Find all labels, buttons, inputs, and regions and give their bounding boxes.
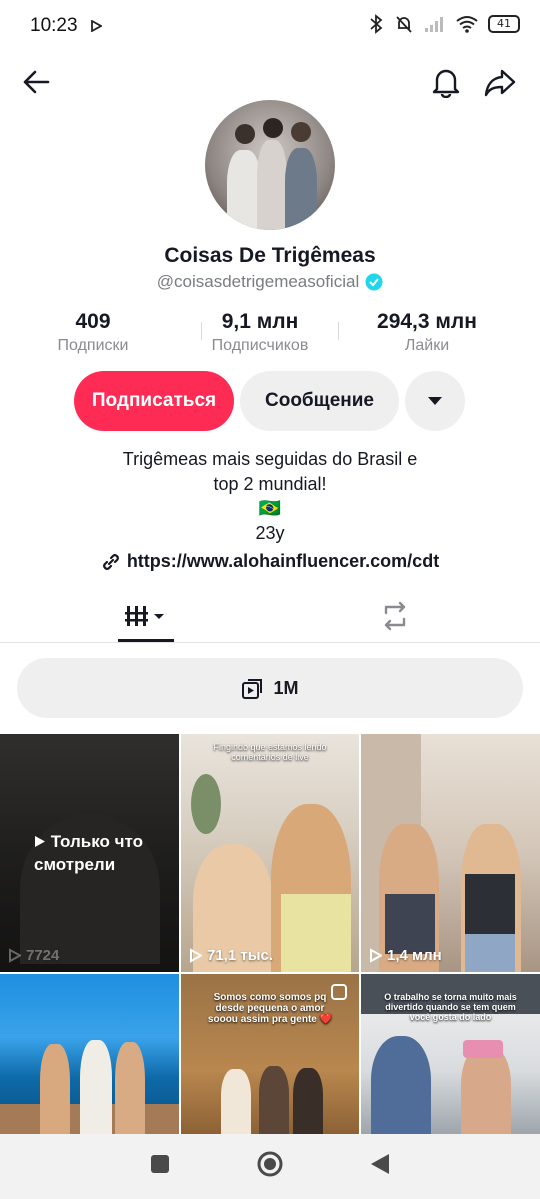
share-arrow-icon [484,69,516,97]
play-outline-icon [9,948,21,963]
signal-icon [425,17,443,32]
battery-indicator: 41 [488,15,520,33]
avatar[interactable] [205,100,335,230]
followers-stat[interactable]: 9,1 млн Подписчиков [195,310,325,355]
bio-link[interactable]: https://www.alohainfluencer.com/cdt [0,551,540,572]
verified-badge-icon [365,273,383,291]
video-caption: O trabalho se torna muito mais divertido… [384,992,517,1022]
playlist-label: 1M [273,677,299,698]
video-tile[interactable]: Somos como somos pq desde pequena o amor… [181,974,359,1134]
wifi-icon [456,16,478,33]
bell-icon [432,69,460,98]
bell-muted-icon [396,16,412,33]
view-count: 1,4 млн [369,947,442,964]
view-count: 7724 [8,947,59,964]
profile-stats: 409 Подписки 9,1 млн Подписчиков 294,3 м… [58,310,480,355]
play-icon [91,20,102,32]
bio-flag: 🇧🇷 [258,498,282,518]
video-tile[interactable]: Fingindo que estamos lendo comentários d… [181,734,359,972]
likes-label: Лайки [404,337,450,354]
status-bar: 10:23 41 [0,0,540,54]
circle-icon [257,1151,283,1177]
active-tab-indicator [118,639,174,642]
system-back-button[interactable] [369,1152,391,1181]
caret-down-icon [428,397,442,405]
following-label: Подписки [57,337,129,354]
tab-videos[interactable] [118,598,174,634]
tab-reposts[interactable] [375,598,415,634]
more-options-button[interactable] [405,371,465,431]
status-icons: 41 [368,14,520,34]
share-button[interactable] [482,64,518,100]
view-count: 71,1 тыс. [189,947,273,964]
bio-link-text: https://www.alohainfluencer.com/cdt [126,551,440,571]
recents-button[interactable] [149,1153,171,1180]
back-button[interactable] [18,64,54,100]
recently-watched-label: Только что смотрели [34,832,144,874]
bio-line: Trigêmeas mais seguidas do Brasil e [122,449,418,469]
link-icon [102,553,119,570]
bluetooth-icon [370,14,383,34]
playlist-button[interactable]: 1M [17,658,523,718]
followers-count: 9,1 млн [221,310,299,333]
followers-label: Подписчиков [211,337,309,354]
stat-divider [338,322,339,340]
home-button[interactable] [256,1150,284,1183]
likes-count: 294,3 млн [377,310,477,333]
play-outline-icon [370,948,382,963]
display-name: Coisas De Trigêmeas [164,244,376,267]
bio-age: 23y [255,523,285,543]
playlist-icon [242,679,263,699]
status-time: 10:23 [30,15,78,36]
square-icon [151,1155,169,1173]
system-navigation-bar [0,1134,540,1199]
video-tile[interactable]: O trabalho se torna muito mais divertido… [361,974,540,1134]
notifications-button[interactable] [428,64,464,100]
following-count: 409 [75,310,111,333]
username: @coisasdetrigemeasoficial [156,272,360,291]
message-button[interactable]: Сообщение [240,371,399,431]
triangle-back-icon [371,1154,389,1174]
play-icon [35,836,45,847]
repost-icon [384,601,406,631]
username-row: @coisasdetrigemeasoficial [0,272,540,292]
video-tile[interactable]: Только что смотрели 7724 [0,734,179,972]
likes-stat[interactable]: 294,3 млн Лайки [362,310,492,355]
bio-line: top 2 mundial! [213,474,327,494]
video-tile[interactable] [0,974,179,1134]
stat-divider [201,322,202,340]
video-caption: Fingindo que estamos lendo comentários d… [213,742,327,762]
profile-tabs [0,590,540,643]
following-stat[interactable]: 409 Подписки [38,310,148,355]
video-tile[interactable]: 1,4 млн [361,734,540,972]
grid-icon [125,606,164,626]
arrow-left-icon [23,70,50,94]
follow-button[interactable]: Подписаться [74,371,234,431]
play-outline-icon [190,948,202,963]
